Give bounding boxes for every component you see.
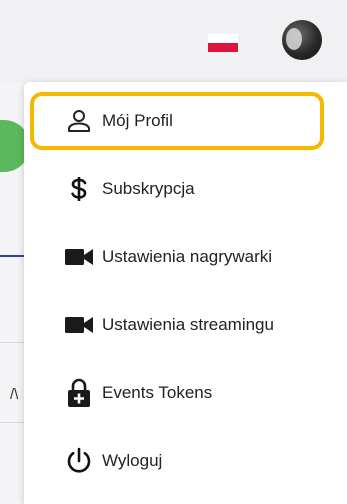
menu-item-recorder-settings[interactable]: Ustawienia nagrywarki [24, 223, 347, 291]
user-avatar[interactable] [282, 20, 322, 60]
menu-item-label: Ustawienia nagrywarki [102, 247, 273, 266]
video-camera-icon [64, 242, 94, 272]
menu-item-label: Mój Profil [102, 111, 173, 130]
dollar-icon [64, 174, 94, 204]
background-text: /\ [10, 386, 19, 403]
profile-dropdown-menu: Mój Profil Subskrypcja Ustawienia nagryw… [24, 82, 347, 504]
background-divider [0, 255, 24, 257]
menu-item-my-profile[interactable]: Mój Profil [24, 87, 347, 155]
menu-item-subscription[interactable]: Subskrypcja [24, 155, 347, 223]
menu-item-label: Ustawienia streamingu [102, 315, 274, 334]
user-icon [64, 106, 94, 136]
menu-item-streaming-settings[interactable]: Ustawienia streamingu [24, 291, 347, 359]
background-divider [0, 422, 24, 423]
menu-item-label: Events Tokens [102, 383, 213, 402]
menu-item-label: Wyloguj [102, 451, 163, 470]
menu-item-logout[interactable]: Wyloguj [24, 427, 347, 495]
power-icon [64, 446, 94, 476]
menu-item-label: Subskrypcja [102, 179, 195, 198]
background-divider [0, 342, 24, 343]
poland-flag-icon[interactable] [208, 34, 238, 52]
video-camera-icon [64, 310, 94, 340]
menu-item-events-tokens[interactable]: Events Tokens [24, 359, 347, 427]
lock-plus-icon [64, 378, 94, 408]
